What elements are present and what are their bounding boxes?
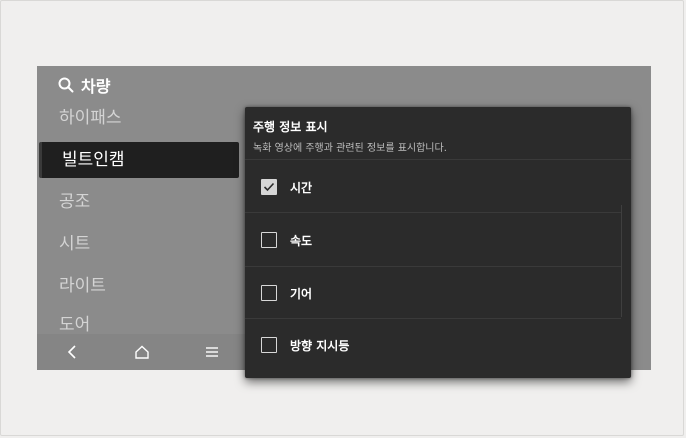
sidebar-item-label: 공조: [59, 192, 91, 212]
option-gear[interactable]: 기어: [245, 267, 631, 319]
option-label: 시간: [290, 180, 313, 195]
back-icon[interactable]: [60, 340, 84, 364]
page-title: 차량: [81, 77, 111, 96]
option-turn-signal[interactable]: 방향 지시등: [245, 319, 631, 371]
sidebar-item-light[interactable]: 라이트: [59, 271, 106, 301]
home-icon[interactable]: [130, 340, 154, 364]
sidebar-item-label: 하이패스: [59, 108, 122, 128]
popup-title: 주행 정보 표시: [253, 120, 328, 134]
option-label: 기어: [290, 286, 313, 301]
sidebar-item-builtin-cam[interactable]: 빌트인캠: [39, 142, 239, 178]
bottom-nav-bar: [37, 334, 247, 370]
check-icon: [263, 182, 275, 192]
checkbox-unchecked[interactable]: [261, 285, 277, 301]
option-label: 방향 지시등: [290, 338, 350, 353]
popup-description: 녹화 영상에 주행과 관련된 정보를 표시합니다.: [253, 143, 447, 154]
checkbox-unchecked[interactable]: [261, 232, 277, 248]
sidebar-item-label: 시트: [59, 234, 91, 254]
search-icon[interactable]: [57, 76, 75, 94]
driving-info-popup: 주행 정보 표시 녹화 영상에 주행과 관련된 정보를 표시합니다. 시간 속도…: [245, 107, 631, 378]
option-time[interactable]: 시간: [245, 161, 631, 213]
sidebar-item-seat[interactable]: 시트: [59, 229, 90, 259]
sidebar-item-hipass[interactable]: 하이패스: [59, 103, 122, 133]
checkbox-unchecked[interactable]: [261, 337, 277, 353]
sidebar-item-climate[interactable]: 공조: [59, 187, 90, 217]
sidebar-item-label: 빌트인캠: [62, 150, 125, 170]
divider: [245, 159, 631, 160]
divider: [245, 212, 621, 213]
menu-icon[interactable]: [200, 340, 224, 364]
sidebar-item-label: 도어: [59, 315, 91, 335]
checkbox-checked[interactable]: [261, 179, 277, 195]
option-label: 속도: [290, 233, 313, 248]
sidebar-item-label: 라이트: [59, 276, 106, 296]
scrollbar-track[interactable]: [621, 205, 622, 317]
option-speed[interactable]: 속도: [245, 214, 631, 266]
title-bar: 차량: [37, 66, 651, 104]
